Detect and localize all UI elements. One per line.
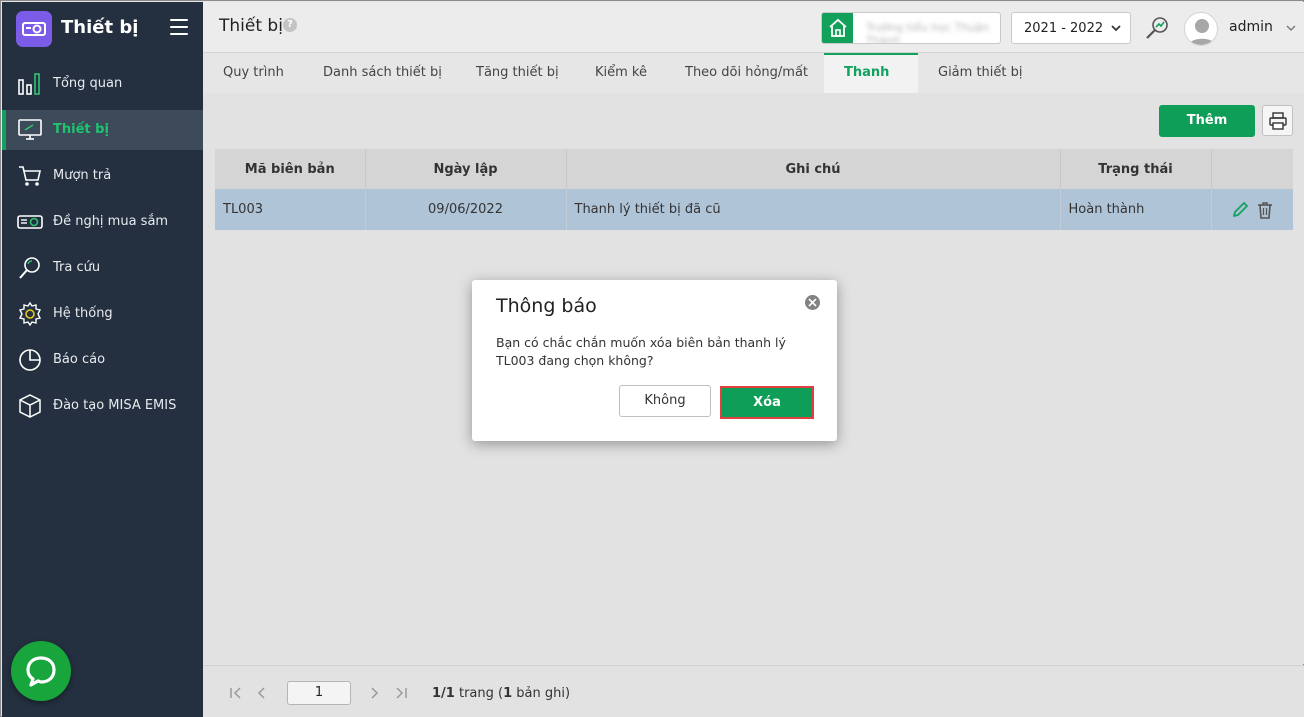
app-window: Thiết bị Tổng quan Thiết bị Mượn trả Đề … xyxy=(0,0,1304,717)
sidebar-item-he-thong[interactable]: Hệ thống xyxy=(2,294,203,334)
school-name: Trường tiểu học Thuận Thành xyxy=(866,21,990,44)
close-icon[interactable] xyxy=(805,295,820,310)
app-title: Thiết bị xyxy=(61,17,139,38)
sidebar-item-de-nghi-mua-sam[interactable]: Đề nghị mua sắm xyxy=(2,202,203,242)
top-header: Thiết bị ? Trường tiểu học Thuận Thành 2… xyxy=(203,2,1304,53)
sidebar-item-dao-tao[interactable]: Đào tạo MISA EMIS xyxy=(2,386,203,426)
gear-icon xyxy=(18,301,42,327)
column-header[interactable]: Mã biên bản xyxy=(215,149,366,189)
chat-bubble-icon xyxy=(26,656,56,687)
tab-quy-trinh[interactable]: Quy trình xyxy=(203,53,304,93)
table-row[interactable]: TL003 09/06/2022 Thanh lý thiết bị đã cũ… xyxy=(215,189,1293,230)
lookup-tool-icon[interactable] xyxy=(1144,15,1170,41)
page-info-text: trang ( xyxy=(454,686,504,701)
page-info-tail: bản ghi) xyxy=(512,686,571,701)
confirm-delete-button[interactable]: Xóa xyxy=(720,386,814,419)
page-info-count: 1 xyxy=(503,686,513,701)
cell-code: TL003 xyxy=(215,189,366,230)
sidebar-nav: Tổng quan Thiết bị Mượn trả Đề nghị mua … xyxy=(2,64,203,432)
printer-icon xyxy=(1269,112,1287,130)
sidebar-item-muon-tra[interactable]: Mượn trả xyxy=(2,156,203,196)
sidebar-item-label: Mượn trả xyxy=(53,168,112,183)
brand: Thiết bị xyxy=(2,2,203,54)
cell-note: Thanh lý thiết bị đã cũ xyxy=(566,189,1061,230)
sidebar-item-label: Đào tạo MISA EMIS xyxy=(53,398,177,413)
tab-thanh-ly[interactable]: Thanh lý xyxy=(824,53,918,116)
page-info: 1/1 trang (1 bản ghi) xyxy=(432,686,570,701)
pagination-bar: 1 1/1 trang (1 bản ghi) xyxy=(203,665,1304,717)
prev-page-icon[interactable] xyxy=(256,687,266,699)
pie-chart-icon xyxy=(19,349,41,371)
dialog-message: Bạn có chắc chắn muốn xóa biên bản thanh… xyxy=(496,335,786,368)
bar-chart-icon xyxy=(18,73,40,95)
last-page-icon[interactable] xyxy=(394,687,408,699)
next-page-icon[interactable] xyxy=(370,687,380,699)
tab-danh-sach-thiet-bi[interactable]: Danh sách thiết bị xyxy=(303,53,462,93)
tab-bar: Quy trình Danh sách thiết bị Tăng thiết … xyxy=(203,53,1304,116)
sidebar-item-tra-cuu[interactable]: Tra cứu xyxy=(2,248,203,288)
add-button[interactable]: Thêm xyxy=(1159,105,1255,137)
monitor-icon xyxy=(18,119,42,140)
sidebar-item-tong-quan[interactable]: Tổng quan xyxy=(2,64,203,104)
user-name[interactable]: admin xyxy=(1229,19,1273,35)
cancel-button[interactable]: Không xyxy=(619,385,711,417)
menu-toggle-icon[interactable] xyxy=(170,19,188,35)
school-selector[interactable]: Trường tiểu học Thuận Thành xyxy=(821,12,1001,44)
page-title: Thiết bị xyxy=(219,16,283,36)
school-year-select[interactable]: 2021 - 2022 xyxy=(1011,12,1131,44)
projector-logo-icon xyxy=(16,11,52,47)
confirm-delete-dialog: Thông báo Bạn có chắc chắn muốn xóa biên… xyxy=(472,280,837,441)
projector-icon xyxy=(17,215,43,229)
column-header[interactable]: Trạng thái xyxy=(1060,149,1212,189)
trash-icon[interactable] xyxy=(1257,201,1273,219)
cell-actions xyxy=(1211,189,1293,230)
column-header xyxy=(1211,149,1293,189)
chevron-down-icon xyxy=(1111,25,1121,32)
tab-theo-doi-hong-mat[interactable]: Theo dõi hỏng/mất xyxy=(665,53,828,93)
first-page-icon[interactable] xyxy=(229,687,243,699)
column-header[interactable]: Ghi chú xyxy=(566,149,1061,189)
sidebar-item-label: Tra cứu xyxy=(53,260,101,275)
home-icon xyxy=(822,13,853,43)
sidebar-item-label: Thiết bị xyxy=(53,122,109,137)
sidebar: Thiết bị Tổng quan Thiết bị Mượn trả Đề … xyxy=(2,2,203,717)
edit-pencil-icon[interactable] xyxy=(1231,201,1249,219)
cell-date: 09/06/2022 xyxy=(365,189,567,230)
sidebar-item-bao-cao[interactable]: Báo cáo xyxy=(2,340,203,380)
tab-tang-thiet-bi[interactable]: Tăng thiết bị xyxy=(456,53,579,93)
sidebar-item-label: Hệ thống xyxy=(53,306,113,321)
user-avatar[interactable] xyxy=(1184,12,1218,46)
column-header[interactable]: Ngày lập xyxy=(365,149,567,189)
tab-giam-thiet-bi[interactable]: Giảm thiết bị xyxy=(918,53,1043,93)
page-number-input[interactable]: 1 xyxy=(287,681,351,705)
box-icon xyxy=(19,394,41,418)
chevron-down-icon[interactable] xyxy=(1285,22,1297,34)
school-year-value: 2021 - 2022 xyxy=(1024,21,1104,36)
sidebar-item-label: Báo cáo xyxy=(53,352,106,367)
cell-status: Hoàn thành xyxy=(1060,189,1212,230)
chat-support-button[interactable] xyxy=(11,641,71,701)
sidebar-item-thiet-bi[interactable]: Thiết bị xyxy=(2,110,203,150)
sidebar-item-label: Đề nghị mua sắm xyxy=(53,214,169,229)
help-icon[interactable]: ? xyxy=(283,18,297,32)
tab-kiem-ke[interactable]: Kiểm kê xyxy=(575,53,667,93)
cart-icon xyxy=(19,166,41,186)
minutes-table: Mã biên bản Ngày lập Ghi chú Trạng thái … xyxy=(215,149,1293,230)
page-info-pages: 1/1 xyxy=(432,686,455,701)
sidebar-item-label: Tổng quan xyxy=(53,76,123,91)
dialog-title: Thông báo xyxy=(496,295,597,317)
print-button[interactable] xyxy=(1262,105,1293,136)
search-icon xyxy=(19,257,40,279)
